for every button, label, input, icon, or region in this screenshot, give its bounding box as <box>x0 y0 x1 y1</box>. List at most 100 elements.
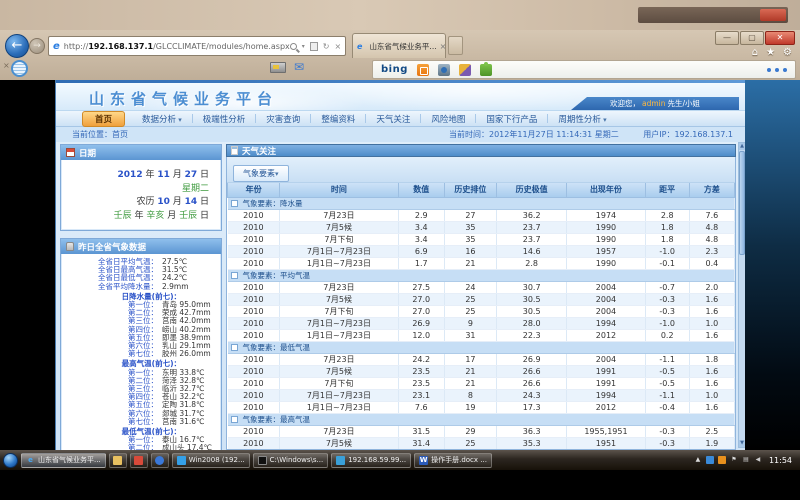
tools-widget-icon[interactable] <box>459 64 471 76</box>
word-icon: W <box>419 456 428 465</box>
quicklaunch-browser-icon[interactable] <box>151 453 169 468</box>
welcome-username: admin <box>642 99 666 108</box>
nav-item-4[interactable]: 灾害查询 <box>257 112 309 126</box>
settings-gear-icon[interactable]: ⚙ <box>783 47 792 58</box>
nav-item-6[interactable]: 天气关注 <box>367 112 419 126</box>
nav-item-8[interactable]: 国家下行产品 <box>477 112 546 126</box>
nav-item-5[interactable]: 整编资料 <box>312 112 364 126</box>
nav-separator <box>475 114 476 123</box>
rank-item: 第七位：莒南 31.6℃ <box>61 418 217 426</box>
compatibility-view-icon[interactable] <box>310 42 318 51</box>
expand-checkbox[interactable] <box>231 200 238 207</box>
table-row: 20107月1日~7月23日26.9928.01994-1.01.0 <box>228 317 735 329</box>
calendar-line-1: 2012 年 11 月 27 日 <box>61 169 209 183</box>
browser-tab[interactable]: e 山东省气候业务平... × <box>352 33 446 58</box>
command-bar: × ✉ bing <box>0 58 800 80</box>
main-panel: 天气关注 气象要素 年份时间数值历史排位历史极值出现年份距平方差 <box>226 144 736 450</box>
main-panel-body: 气象要素 年份时间数值历史排位历史极值出现年份距平方差 气象要素：降水量2010… <box>226 157 736 450</box>
taskbar-clock[interactable]: 11:54 <box>769 456 792 465</box>
maximize-button[interactable]: ▢ <box>740 31 764 45</box>
table-header-row: 年份时间数值历史排位历史极值出现年份距平方差 <box>228 183 735 197</box>
window-controls: — ▢ ✕ <box>715 31 795 45</box>
forward-button[interactable]: → <box>29 38 45 54</box>
nav-item-9[interactable]: 周期性分析 <box>549 112 615 126</box>
table-row: 20107月下旬23.52126.61991-0.51.6 <box>228 377 735 389</box>
system-tray: ▲⚑▤◀11:54 <box>694 456 797 465</box>
mail-icon[interactable]: ✉ <box>294 61 304 73</box>
table-row: 20101月1日~7月23日12.03122.320120.21.6 <box>228 329 735 341</box>
nav-item-2[interactable]: 数据分析 <box>133 112 191 126</box>
minimize-button[interactable]: — <box>715 31 739 45</box>
command-bar-icons: ✉ <box>270 61 304 73</box>
nav-separator <box>192 114 193 123</box>
calendar-panel-title: 日期 <box>79 147 96 159</box>
toolbar-close-icon[interactable]: × <box>3 61 10 70</box>
task-button-label: 操作手册.docx ... <box>431 455 487 465</box>
favorites-star-icon[interactable]: ★ <box>766 47 775 58</box>
weather-body: 全省日平均气温：27.5℃全省日最高气温：31.5℃全省日最低气温：24.2℃全… <box>61 254 221 450</box>
table-toolbar: 气象要素 <box>227 157 735 183</box>
table-row: 20101月1日~7月23日1.7212.81990-0.10.4 <box>228 257 735 269</box>
home-icon[interactable]: ⌂ <box>752 47 758 58</box>
screen: ← → e http://192.168.137.1/GLCCLIMATE/mo… <box>0 0 800 500</box>
expand-checkbox[interactable] <box>231 344 238 351</box>
app-orange-icon[interactable] <box>417 64 429 76</box>
back-button[interactable]: ← <box>5 34 29 58</box>
browser-chrome: ← → e http://192.168.137.1/GLCCLIMATE/mo… <box>0 30 800 80</box>
stop-icon[interactable]: × <box>335 42 342 51</box>
chevron-down-icon[interactable]: ▾ <box>302 43 305 50</box>
quicklaunch-media-icon[interactable] <box>130 453 148 468</box>
section-header-row: 气象要素：最高气温 <box>228 413 735 425</box>
column-header: 历史排位 <box>444 183 496 197</box>
refresh-icon[interactable]: ↻ <box>323 42 330 51</box>
volume-icon: ◀ <box>754 456 762 464</box>
calendar-panel-header: 日期 <box>61 145 221 160</box>
page-header: 山东省气候业务平台 欢迎您，admin 先生/小姐 <box>56 83 745 110</box>
column-header: 年份 <box>228 183 280 197</box>
calendar-line-3: 农历 10 月 14 日 <box>61 196 209 210</box>
browser-icon <box>155 456 164 465</box>
address-bar[interactable]: e http://192.168.137.1/GLCCLIMATE/module… <box>48 36 346 56</box>
nav-item-7[interactable]: 风险地图 <box>422 112 474 126</box>
cmd-icon <box>258 456 267 465</box>
element-filter-button[interactable]: 气象要素 <box>233 165 289 182</box>
expand-checkbox[interactable] <box>231 272 238 279</box>
expand-checkbox[interactable] <box>231 416 238 423</box>
close-button[interactable]: ✕ <box>765 31 795 45</box>
nav-item-1[interactable]: 首页 <box>82 111 125 127</box>
nav-separator <box>255 114 256 123</box>
floating-widget-icon[interactable] <box>11 60 28 77</box>
card-reader-icon[interactable] <box>270 62 286 73</box>
bing-logo[interactable]: bing <box>381 64 408 75</box>
rank-item: 第七位：胶州 26.0mm <box>61 350 217 358</box>
desktop-strip <box>0 0 800 30</box>
search-icon[interactable] <box>290 43 297 50</box>
ie-favicon-icon: e <box>53 41 60 52</box>
calendar-icon <box>66 148 75 157</box>
info-bar: 当前位置：首页 当前时间：2012年11月27日 11:14:31 星期二 用户… <box>56 127 745 142</box>
table-row: 20101月1日~7月23日7.61917.32012-0.41.6 <box>228 401 735 413</box>
current-time: 当前时间：2012年11月27日 11:14:31 星期二 <box>449 130 619 139</box>
task-button[interactable]: e山东省气候业务平... <box>21 453 106 468</box>
calendar-body: 2012 年 11 月 27 日星期二农历 10 月 14 日壬辰 年 辛亥 月… <box>61 160 221 230</box>
nav-item-3[interactable]: 极端性分析 <box>194 112 255 126</box>
task-button[interactable]: C:\Windows\s... <box>253 453 329 468</box>
page-scrollbar[interactable]: ▲ ▼ <box>738 142 745 448</box>
addon-puzzle-icon[interactable] <box>480 64 492 76</box>
toolbar-overflow-dots[interactable] <box>767 68 787 72</box>
calendar-line-2: 星期二 <box>61 183 209 197</box>
section-header-row: 气象要素：降水量 <box>228 197 735 209</box>
task-button[interactable]: 192.168.59.99... <box>331 453 411 468</box>
rdp-icon <box>336 456 345 465</box>
media-widget-icon[interactable] <box>438 64 450 76</box>
start-button[interactable] <box>3 453 18 468</box>
right-vignette <box>745 80 800 450</box>
main-panel-title: 天气关注 <box>242 145 276 157</box>
column-header: 距平 <box>645 183 689 197</box>
sidebar: 日期 2012 年 11 月 27 日星期二农历 10 月 14 日壬辰 年 辛… <box>60 144 222 450</box>
tab-close-icon[interactable]: × <box>440 42 446 51</box>
task-button[interactable]: W操作手册.docx ... <box>414 453 492 468</box>
quicklaunch-folder-icon[interactable] <box>109 453 127 468</box>
task-button[interactable]: Win2008 (192... <box>172 453 250 468</box>
new-tab-button[interactable] <box>448 36 463 55</box>
